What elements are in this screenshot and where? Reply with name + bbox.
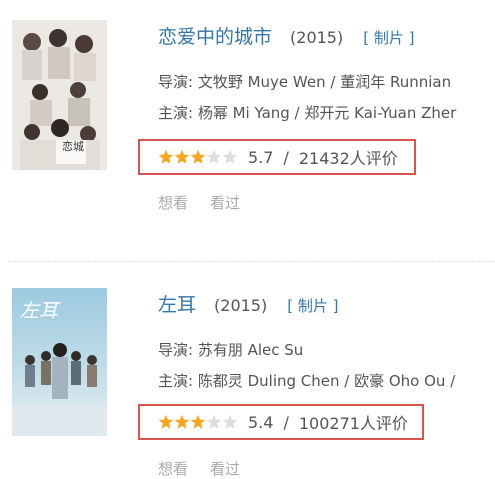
poster-title-2: 左耳 bbox=[20, 300, 59, 322]
movie-title-link-1[interactable]: 恋爱中的城市 bbox=[158, 26, 272, 48]
star-icon bbox=[190, 414, 206, 429]
star-icon bbox=[158, 149, 174, 164]
movie-actions-1: 想看 看过 bbox=[158, 192, 262, 213]
star-empty-icon bbox=[222, 414, 238, 429]
star-icon bbox=[158, 414, 174, 429]
movie-director-1: 导演: 文牧野 Muye Wen / 董润年 Runnian bbox=[158, 73, 452, 91]
movie-actions-2: 想看 看过 bbox=[158, 458, 262, 479]
rating-separator-2: / bbox=[283, 412, 289, 432]
star-empty-icon bbox=[206, 414, 222, 429]
movie-cast-1: 主演: 杨幂 Mi Yang / 郑开元 Kai-Yuan Zher bbox=[158, 104, 457, 122]
movie-year-1: (2015) bbox=[290, 28, 344, 47]
movie-title-row-1: 恋爱中的城市 (2015) [ 制片 ] bbox=[158, 22, 414, 49]
movie-role-tag-2[interactable]: [ 制片 ] bbox=[287, 297, 338, 315]
star-icon bbox=[174, 149, 190, 164]
rating-votes-1[interactable]: 21432人评价 bbox=[299, 145, 398, 169]
movie-title-row-2: 左耳 (2015) [ 制片 ] bbox=[158, 290, 338, 317]
entry-divider bbox=[8, 261, 495, 262]
movie-director-2: 导演: 苏有朋 Alec Su bbox=[158, 341, 304, 359]
movie-poster-1[interactable]: 恋城 bbox=[12, 20, 107, 170]
movie-role-tag-1[interactable]: [ 制片 ] bbox=[363, 29, 414, 47]
poster-title-1: 恋城 bbox=[62, 140, 84, 153]
rating-score-1: 5.7 bbox=[248, 147, 274, 167]
star-rating-2 bbox=[158, 414, 238, 430]
star-empty-icon bbox=[206, 149, 222, 164]
movie-cast-2: 主演: 陈都灵 Duling Chen / 欧豪 Oho Ou / bbox=[158, 372, 456, 390]
rating-separator-1: / bbox=[283, 147, 289, 167]
rating-score-2: 5.4 bbox=[248, 412, 274, 432]
want-to-watch-button-1[interactable]: 想看 bbox=[158, 194, 188, 212]
movie-poster-2[interactable]: 左耳 bbox=[12, 288, 107, 436]
movie-title-link-2[interactable]: 左耳 bbox=[158, 294, 196, 316]
star-empty-icon bbox=[222, 149, 238, 164]
star-icon bbox=[190, 149, 206, 164]
rating-votes-2[interactable]: 100271人评价 bbox=[299, 410, 408, 434]
rating-highlight-2: 5.4 / 100271人评价 bbox=[138, 404, 424, 440]
watched-button-2[interactable]: 看过 bbox=[210, 460, 240, 478]
watched-button-1[interactable]: 看过 bbox=[210, 194, 240, 212]
want-to-watch-button-2[interactable]: 想看 bbox=[158, 460, 188, 478]
star-icon bbox=[174, 414, 190, 429]
movie-year-2: (2015) bbox=[214, 296, 268, 315]
star-rating-1 bbox=[158, 149, 238, 165]
rating-highlight-1: 5.7 / 21432人评价 bbox=[138, 139, 416, 175]
